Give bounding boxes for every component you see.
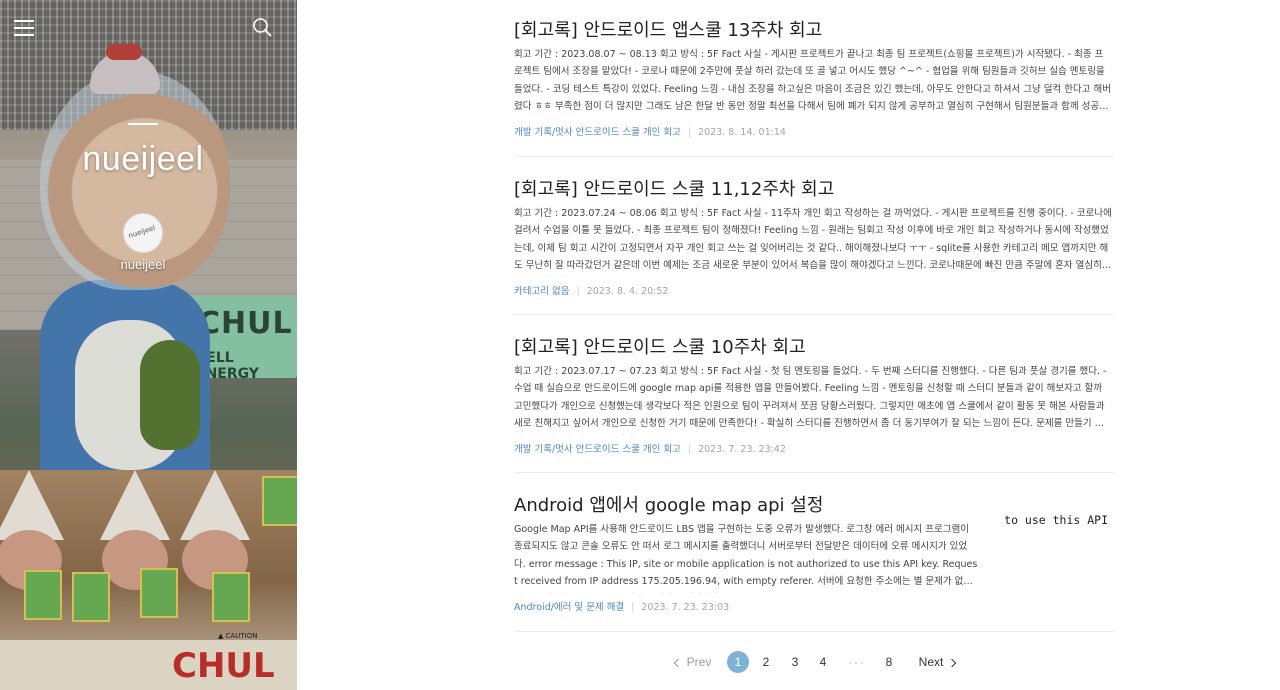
post-category-link[interactable]: 카테고리 없음 bbox=[514, 286, 569, 297]
meta-separator: | bbox=[576, 286, 580, 297]
cover-overlay bbox=[0, 0, 297, 690]
post-summary[interactable]: 회고 기간 : 2023.07.17 ~ 07.23 회고 방식 : 5F Fa… bbox=[514, 363, 1112, 435]
post-divider bbox=[514, 314, 1114, 315]
next-page-button[interactable]: Next bbox=[916, 650, 958, 674]
post-divider bbox=[514, 156, 1114, 157]
owner-name[interactable]: nueijeel bbox=[0, 257, 286, 272]
sidebar-cover-image: CHUL CELL ENERGY CHUL ▲ CAUTION bbox=[0, 0, 297, 690]
chevron-right-icon bbox=[948, 658, 957, 668]
pagination: Prev 1 2 3 4 ··· 8 Next bbox=[672, 650, 972, 674]
blog-title-divider bbox=[128, 123, 158, 125]
post-title[interactable]: [회고록] 안드로이드 스쿨 11,12주차 회고 bbox=[514, 175, 834, 201]
chevron-left-icon bbox=[673, 658, 682, 668]
meta-separator: | bbox=[687, 127, 692, 138]
meta-separator: | bbox=[687, 444, 692, 455]
meta-separator: | bbox=[631, 602, 635, 613]
post-date: 2023. 7. 23. 23:03 bbox=[641, 602, 730, 613]
post-date: 2023. 7. 23. 23:42 bbox=[698, 444, 786, 455]
page-root: CHUL CELL ENERGY CHUL ▲ CAUTION nueijeel… bbox=[0, 0, 1280, 690]
post-summary[interactable]: Google Map API를 사용해 안드로이드 LBS 앱을 구현하는 도중… bbox=[514, 521, 978, 593]
post-category-link[interactable]: 개발 기록/멋사 안드로이드 스쿨 개인 회고 bbox=[514, 127, 681, 138]
avatar[interactable]: nueijeel bbox=[123, 213, 163, 253]
pagination-ellipsis: ··· bbox=[848, 655, 866, 669]
post-summary[interactable]: 회고 기간 : 2023.08.07 ~ 08.13 회고 방식 : 5F Fa… bbox=[514, 46, 1112, 118]
post-category-link[interactable]: 개발 기록/멋사 안드로이드 스쿨 개인 회고 bbox=[514, 444, 681, 455]
post-category-link[interactable]: Android/에러 및 문제 해결 bbox=[514, 602, 624, 613]
prev-page-button[interactable]: Prev bbox=[672, 650, 714, 674]
post-meta: 카테고리 없음 | 2023. 8. 4. 20:52 bbox=[514, 283, 668, 297]
next-label: Next bbox=[918, 655, 944, 669]
post-divider bbox=[514, 472, 1114, 473]
hamburger-menu-icon[interactable] bbox=[14, 18, 34, 36]
post-date: 2023. 8. 4. 20:52 bbox=[586, 286, 669, 297]
page-4-button[interactable]: 4 bbox=[817, 650, 829, 674]
page-8-button[interactable]: 8 bbox=[883, 650, 895, 674]
page-3-button[interactable]: 3 bbox=[789, 650, 801, 674]
post-thumbnail[interactable]: d to use this API bbox=[998, 513, 1114, 593]
post-meta: 개발 기록/멋사 안드로이드 스쿨 개인 회고 | 2023. 8. 14. 01:… bbox=[514, 124, 786, 138]
page-1-button[interactable]: 1 bbox=[727, 651, 749, 673]
post-title[interactable]: [회고록] 안드로이드 스쿨 10주차 회고 bbox=[514, 333, 806, 359]
post-meta: Android/에러 및 문제 해결 | 2023. 7. 23. 23:03 bbox=[514, 599, 729, 613]
post-summary[interactable]: 회고 기간 : 2023.07.24 ~ 08.06 회고 방식 : 5F Fa… bbox=[514, 205, 1112, 277]
post-thumbnail-text: d to use this API bbox=[998, 513, 1108, 527]
search-icon[interactable] bbox=[252, 17, 272, 37]
blog-title[interactable]: nueijeel bbox=[0, 140, 286, 179]
prev-label: Prev bbox=[686, 655, 712, 669]
post-title[interactable]: [회고록] 안드로이드 앱스쿨 13주차 회고 bbox=[514, 16, 822, 42]
avatar-scribble: nueijeel bbox=[127, 223, 157, 241]
post-date: 2023. 8. 14. 01:14 bbox=[698, 127, 786, 138]
post-meta: 개발 기록/멋사 안드로이드 스쿨 개인 회고 | 2023. 7. 23. 23:… bbox=[514, 441, 786, 455]
page-2-button[interactable]: 2 bbox=[760, 650, 772, 674]
sidebar: CHUL CELL ENERGY CHUL ▲ CAUTION nueijeel… bbox=[0, 0, 297, 690]
post-title[interactable]: Android 앱에서 google map api 설정 bbox=[514, 491, 823, 517]
post-divider bbox=[514, 631, 1114, 632]
